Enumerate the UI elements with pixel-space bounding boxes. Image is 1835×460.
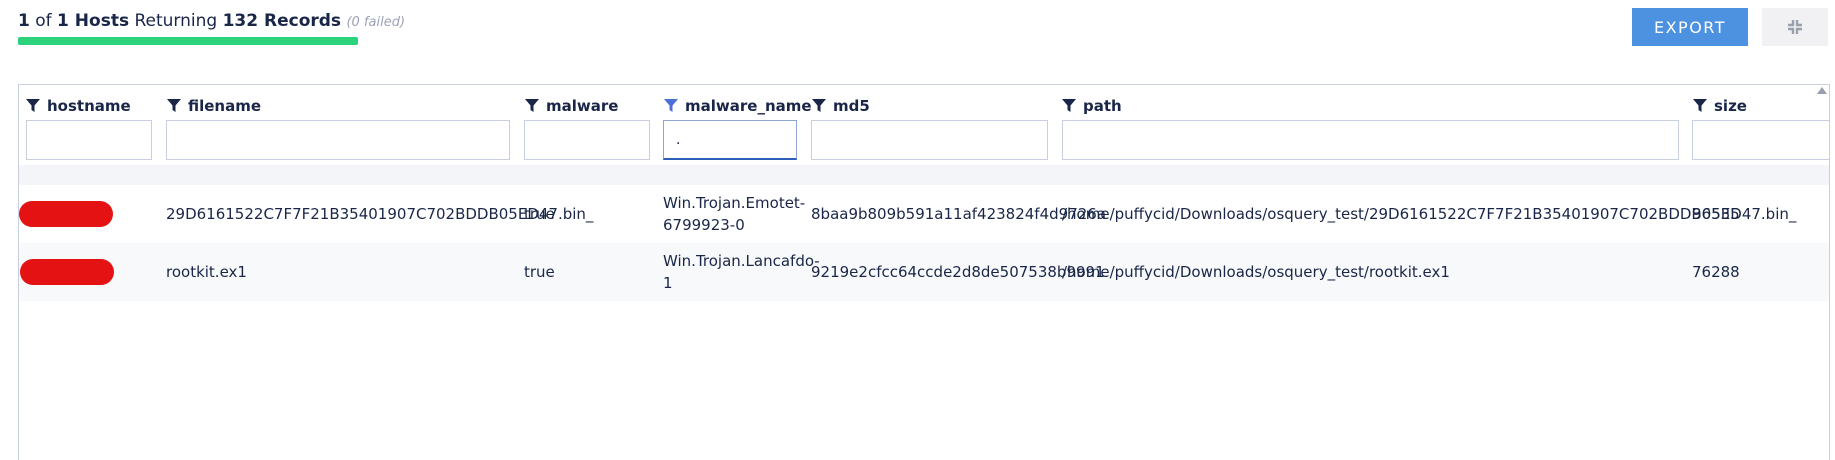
- table-row[interactable]: 29D6161522C7F7F21B35401907C702BDDB05ED47…: [19, 185, 1829, 243]
- filter-input-filename[interactable]: [166, 120, 510, 160]
- collapse-button[interactable]: [1762, 8, 1828, 46]
- results-table: hostname filename malware malware_name m…: [18, 84, 1830, 460]
- column-header-md5[interactable]: md5: [812, 97, 870, 115]
- column-label: malware: [546, 97, 619, 115]
- filter-icon[interactable]: [525, 99, 539, 113]
- filter-icon[interactable]: [812, 99, 826, 113]
- column-header-filename[interactable]: filename: [167, 97, 261, 115]
- cell-malware: true: [524, 263, 555, 281]
- cell-path: /home/puffycid/Downloads/osquery_test/ro…: [1062, 263, 1450, 281]
- filter-input-md5[interactable]: [811, 120, 1048, 160]
- table-row[interactable]: rootkit.ex1 true Win.Trojan.Lancafdo-1 9…: [19, 243, 1829, 301]
- cell-md5: 9219e2cfcc64ccde2d8de507538b9991: [811, 263, 1105, 281]
- export-button[interactable]: EXPORT: [1632, 8, 1748, 46]
- hosts-total-count: 1 Hosts: [57, 11, 130, 31]
- column-label: path: [1083, 97, 1122, 115]
- filter-icon[interactable]: [167, 99, 181, 113]
- progress-bar-fill: [18, 37, 358, 45]
- scroll-up-arrow[interactable]: [1817, 87, 1827, 94]
- column-label: size: [1714, 97, 1747, 115]
- filter-input-hostname[interactable]: [26, 120, 152, 160]
- cell-path: /home/puffycid/Downloads/osquery_test/29…: [1062, 205, 1797, 223]
- cell-malware-name: Win.Trojan.Lancafdo-1: [663, 252, 820, 292]
- cell-malware: true: [524, 205, 555, 223]
- filter-active-icon[interactable]: [664, 99, 678, 113]
- column-label: md5: [833, 97, 870, 115]
- cell-size: 76288: [1692, 263, 1740, 281]
- column-header-path[interactable]: path: [1062, 97, 1122, 115]
- filter-input-malware[interactable]: [524, 120, 650, 160]
- filter-icon[interactable]: [26, 99, 40, 113]
- column-header-hostname[interactable]: hostname: [26, 97, 131, 115]
- progress-bar: [18, 37, 358, 45]
- failed-count: (0 failed): [346, 15, 406, 30]
- of-label: of: [35, 11, 52, 31]
- column-header-malware-name[interactable]: malware_name: [664, 97, 812, 115]
- collapse-arrows-icon: [1788, 20, 1802, 34]
- filter-icon[interactable]: [1693, 99, 1707, 113]
- cell-malware-name: Win.Trojan.Emotet-6799923-0: [663, 194, 806, 234]
- filter-input-path[interactable]: [1062, 120, 1679, 160]
- redacted-hostname: [19, 201, 113, 227]
- hosts-done-count: 1: [18, 11, 30, 31]
- column-label: filename: [188, 97, 262, 115]
- records-count: 132 Records: [222, 11, 342, 31]
- column-label: malware_name: [685, 97, 812, 115]
- column-header-malware[interactable]: malware: [525, 97, 618, 115]
- column-label: hostname: [47, 97, 131, 115]
- header-divider: [19, 165, 1829, 185]
- returning-label: Returning: [134, 11, 218, 31]
- filter-input-malware-name[interactable]: [663, 120, 797, 160]
- filter-icon[interactable]: [1062, 99, 1076, 113]
- results-summary: 1 of 1 Hosts Returning 132 Records (0 fa…: [18, 11, 405, 31]
- cell-filename: rootkit.ex1: [166, 263, 247, 281]
- filter-input-size[interactable]: [1692, 120, 1829, 160]
- cell-size: 96535: [1692, 205, 1740, 223]
- column-header-size[interactable]: size: [1693, 97, 1747, 115]
- redacted-hostname: [20, 259, 114, 285]
